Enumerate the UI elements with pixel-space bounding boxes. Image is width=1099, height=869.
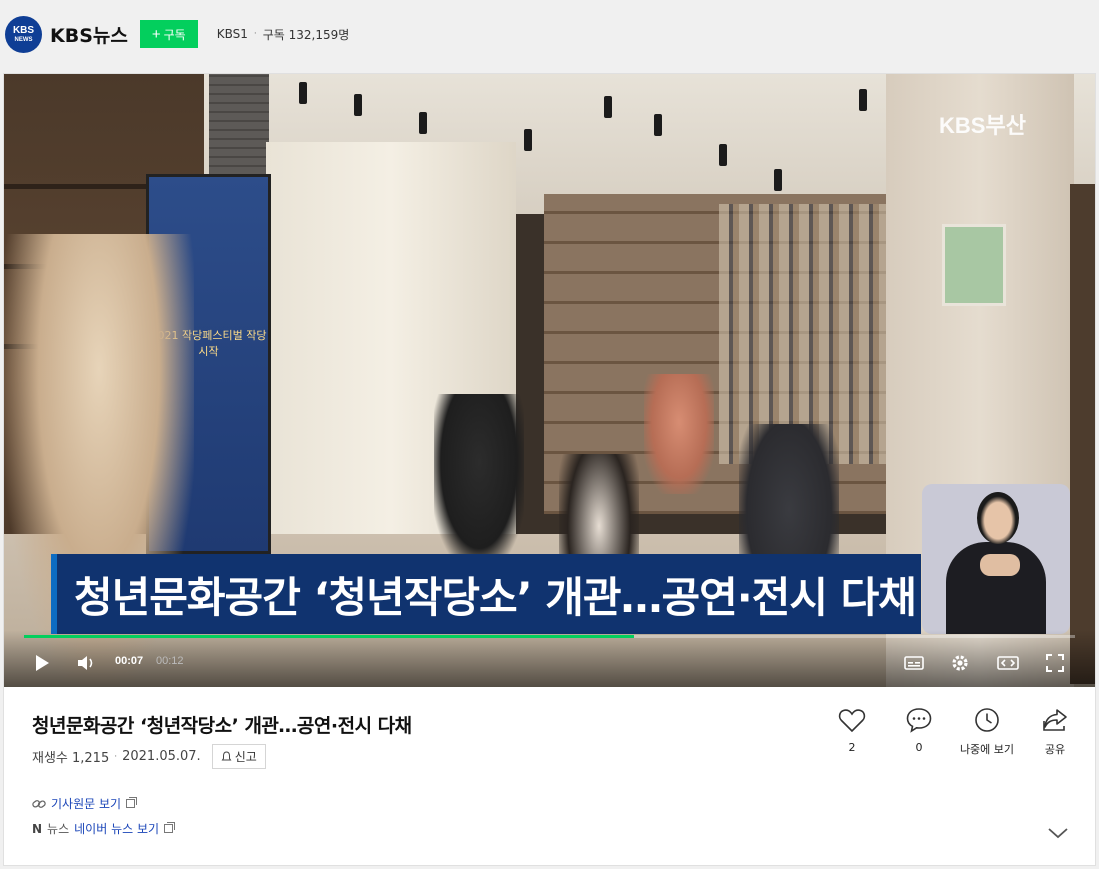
subscribe-button[interactable]: + 구독: [139, 20, 198, 48]
ceiling-lamp: [859, 89, 867, 111]
comment-icon: [906, 708, 932, 733]
play-icon[interactable]: [32, 653, 52, 673]
view-count: 재생수 1,215: [32, 751, 110, 766]
logo-text-kbs: KBS: [12, 24, 35, 36]
watch-later-button[interactable]: 나중에 보기: [952, 707, 1022, 757]
fullscreen-icon[interactable]: [1044, 653, 1066, 673]
wall-art: [942, 224, 1006, 306]
ceiling-lamp: [719, 144, 727, 166]
bookshelf-right: [1070, 184, 1095, 684]
share-label: 공유: [1044, 743, 1066, 756]
channel-name[interactable]: KBS뉴스: [50, 21, 128, 48]
progress-bar[interactable]: [24, 635, 1075, 638]
comment-count: 0: [915, 741, 923, 754]
pianist-figure: [434, 394, 524, 564]
total-time: 00:12: [156, 655, 184, 667]
video-card: 2021 작당페스티벌 작당시작 KBS부산 청년문화공간 ‘청년작당소’ 개관…: [3, 73, 1096, 866]
guitarist-figure: [644, 374, 714, 494]
interpreter-hands: [980, 554, 1020, 576]
heart-icon: [838, 709, 866, 733]
news-caption: 청년문화공간 ‘청년작당소’ 개관…공연·전시 다채: [51, 554, 921, 634]
video-player[interactable]: 2021 작당페스티벌 작당시작 KBS부산 청년문화공간 ‘청년작당소’ 개관…: [4, 74, 1095, 687]
video-meta: 재생수 1,215 · 2021.05.07. 신고: [32, 744, 266, 769]
like-button[interactable]: 2: [817, 707, 887, 754]
new-window-icon: [164, 822, 176, 833]
channel-header: KBS NEWS KBS뉴스 + 구독 KBS1 · 구독 132,159명: [0, 0, 1099, 68]
link-icon: [32, 799, 46, 808]
plus-icon: +: [151, 25, 161, 43]
clock-icon: [975, 708, 999, 732]
video-title: 청년문화공간 ‘청년작당소’ 개관…공연·전시 다채: [32, 715, 412, 737]
meta-separator: ·: [253, 29, 257, 39]
report-label: 신고: [234, 750, 257, 764]
subscribe-label: 구독: [163, 27, 186, 42]
broadcaster-watermark: KBS부산: [939, 113, 1026, 138]
meta-separator: ·: [114, 751, 118, 762]
kbs-news-logo[interactable]: KBS NEWS: [5, 15, 42, 53]
caption-text: 청년문화공간 ‘청년작당소’ 개관…공연·전시 다채: [74, 572, 917, 622]
upload-date: 2021.05.07.: [122, 749, 201, 764]
ceiling-lamp: [419, 112, 427, 134]
naver-news-label: 네이버 뉴스 보기: [74, 822, 160, 836]
new-window-icon: [126, 797, 138, 808]
ceiling-lamp: [654, 114, 662, 136]
logo-text-news: NEWS: [14, 36, 33, 43]
subtitle-icon[interactable]: [903, 653, 925, 673]
naver-n-icon: N: [32, 821, 43, 836]
channel-meta: KBS1 · 구독 132,159명: [217, 26, 350, 43]
bell-icon: [221, 751, 232, 761]
settings-icon[interactable]: [949, 652, 971, 674]
news-source-label: 뉴스: [47, 822, 70, 836]
comment-button[interactable]: 0: [884, 707, 954, 754]
interpreter-head: [977, 492, 1019, 544]
ceiling-lamp: [604, 96, 612, 118]
ceiling-lamp: [354, 94, 362, 116]
report-button[interactable]: 신고: [211, 744, 266, 769]
share-icon: [1043, 709, 1067, 731]
original-article-link[interactable]: 기사원문 보기: [32, 795, 138, 812]
share-button[interactable]: 공유: [1020, 707, 1090, 757]
subscriber-count: 구독 132,159명: [262, 27, 350, 42]
video-info: 청년문화공간 ‘청년작당소’ 개관…공연·전시 다채 재생수 1,215 · 2…: [4, 687, 1095, 865]
theater-mode-icon[interactable]: [996, 653, 1020, 673]
original-article-label: 기사원문 보기: [51, 797, 122, 811]
naver-news-link[interactable]: N 뉴스 네이버 뉴스 보기: [32, 820, 176, 837]
progress-fill: [24, 635, 634, 638]
player-controls: 00:07 00:12: [4, 630, 1095, 687]
broadcast-name: KBS1: [216, 27, 248, 41]
current-time: 00:07: [115, 655, 144, 667]
ceiling-lamp: [524, 129, 532, 151]
sign-language-interpreter: [922, 484, 1070, 634]
ceiling-lamp: [299, 82, 307, 104]
chevron-down-icon[interactable]: [1047, 825, 1069, 844]
like-count: 2: [848, 741, 856, 754]
watch-later-label: 나중에 보기: [959, 743, 1015, 756]
ceiling-lamp: [774, 169, 782, 191]
volume-icon[interactable]: [76, 653, 98, 673]
